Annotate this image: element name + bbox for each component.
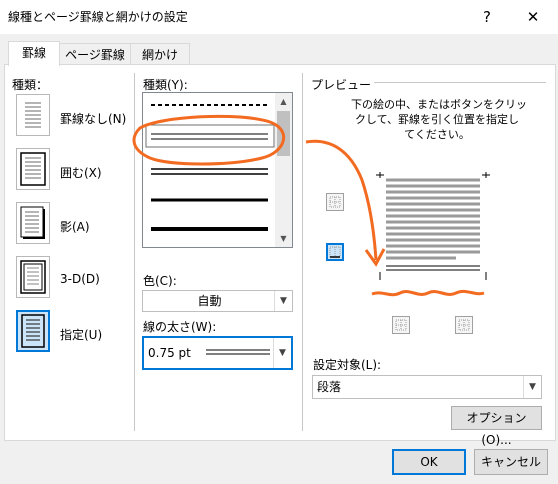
line-style-samples (145, 104, 275, 231)
setting-3d-icon (20, 260, 46, 294)
title-bar: 線種とページ罫線と網かけの設定 ? ✕ (0, 0, 558, 34)
setting-3d-button[interactable] (16, 256, 50, 298)
top-border-icon (329, 196, 341, 208)
tab-borders[interactable]: 罫線 (8, 41, 60, 66)
setting-shadow-label[interactable]: 影(A) (60, 218, 90, 235)
width-dropdown[interactable]: 0.75 pt ▼ (142, 336, 293, 370)
setting-custom-label[interactable]: 指定(U) (60, 326, 102, 343)
ok-button[interactable]: OK (392, 449, 466, 475)
setting-custom-button[interactable] (16, 310, 50, 352)
setting-heading: 種類： (12, 78, 49, 92)
setting-none-button[interactable] (16, 94, 50, 136)
apply-to-value: 段落 (317, 380, 342, 394)
close-button[interactable]: ✕ (510, 0, 556, 34)
bottom-border-button[interactable] (326, 243, 344, 261)
apply-to-label: 設定対象(L): (313, 358, 382, 372)
width-value: 0.75 pt (148, 346, 191, 360)
left-border-icon (395, 319, 407, 331)
divider (134, 73, 135, 431)
preview-rule (374, 82, 546, 83)
top-border-button[interactable] (326, 193, 344, 211)
color-label: 色(C): (143, 274, 177, 288)
list-scrollbar[interactable]: ▲ ▼ (275, 93, 292, 247)
chevron-down-icon: ▼ (274, 291, 292, 311)
right-border-button[interactable] (455, 316, 473, 334)
preview-heading: プレビュー (311, 78, 372, 92)
color-value: 自動 (197, 294, 222, 308)
setting-none-icon (25, 102, 41, 128)
apply-to-dropdown[interactable]: 段落 ▼ (312, 375, 542, 399)
preview-instruction-1: 下の絵の中、またはボタンをクリッ (351, 98, 527, 111)
style-label: 種類(Y): (143, 78, 188, 92)
chevron-down-icon: ▼ (273, 338, 291, 368)
setting-box-icon (20, 152, 46, 186)
chevron-down-icon: ▼ (523, 376, 541, 398)
width-sample (206, 349, 270, 355)
scroll-thumb[interactable] (277, 111, 290, 156)
setting-box-label[interactable]: 囲む(X) (60, 164, 102, 181)
preview-instruction-3: てください。 (404, 128, 470, 141)
line-style-list[interactable]: ▲ ▼ (142, 92, 293, 248)
setting-shadow-button[interactable] (16, 202, 50, 244)
width-label: 線の太さ(W): (143, 320, 217, 334)
divider (302, 73, 303, 431)
preview-instruction-2: クして、罫線を引く位置を指定し (354, 113, 520, 126)
tab-page-border[interactable]: ページ罫線 (59, 43, 131, 66)
bottom-border-icon (329, 246, 341, 258)
cancel-button[interactable]: キャンセル (474, 449, 548, 475)
dialog-title: 線種とページ罫線と網かけの設定 (8, 10, 188, 24)
setting-shadow-icon (20, 206, 45, 239)
right-border-icon (458, 319, 470, 331)
setting-3d-label[interactable]: 3-D(D) (60, 272, 100, 286)
scroll-up-icon[interactable]: ▲ (275, 93, 292, 110)
color-dropdown[interactable]: 自動 ▼ (142, 290, 293, 312)
setting-custom-icon (21, 314, 45, 348)
scroll-down-icon[interactable]: ▼ (275, 230, 292, 247)
tab-shading[interactable]: 網かけ (130, 43, 190, 66)
setting-box-button[interactable] (16, 148, 50, 190)
setting-none-label[interactable]: 罫線なし(N) (60, 110, 126, 127)
border-preview[interactable] (376, 168, 494, 286)
left-border-button[interactable] (392, 316, 410, 334)
options-button[interactable]: オプション(O)... (451, 406, 542, 447)
help-button[interactable]: ? (464, 0, 510, 34)
